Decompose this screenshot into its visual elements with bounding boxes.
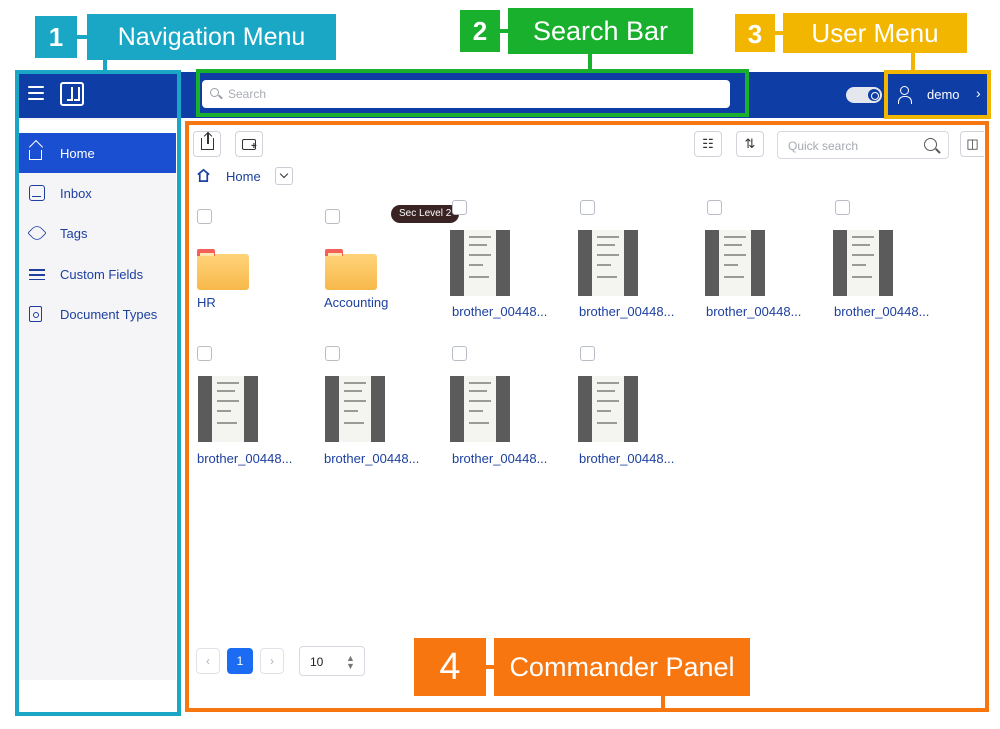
callout-label: Commander Panel xyxy=(494,638,750,696)
callout-stem xyxy=(661,696,665,711)
moon-icon xyxy=(868,89,880,101)
callout-stem xyxy=(103,60,107,72)
search-bar-frame xyxy=(196,69,749,117)
callout-connector xyxy=(500,29,508,33)
callout-connector xyxy=(486,665,494,669)
callout-connector xyxy=(77,35,87,39)
navigation-menu-frame xyxy=(15,70,181,716)
user-menu-frame xyxy=(884,70,991,119)
callout-number: 4 xyxy=(414,638,486,696)
callout-connector xyxy=(775,31,783,35)
dark-mode-toggle[interactable] xyxy=(846,87,882,103)
callout-stem xyxy=(911,53,915,71)
commander-panel-frame xyxy=(185,121,989,712)
callout-label: Search Bar xyxy=(508,8,693,54)
callout-label: User Menu xyxy=(783,13,967,53)
callout-number: 3 xyxy=(735,14,775,52)
callout-number: 2 xyxy=(460,10,500,52)
callout-label: Navigation Menu xyxy=(87,14,336,60)
callout-number: 1 xyxy=(35,16,77,58)
app-root: demo › Home Inbox Tags Custom Fields Doc… xyxy=(0,0,1000,729)
callout-stem xyxy=(588,54,592,70)
